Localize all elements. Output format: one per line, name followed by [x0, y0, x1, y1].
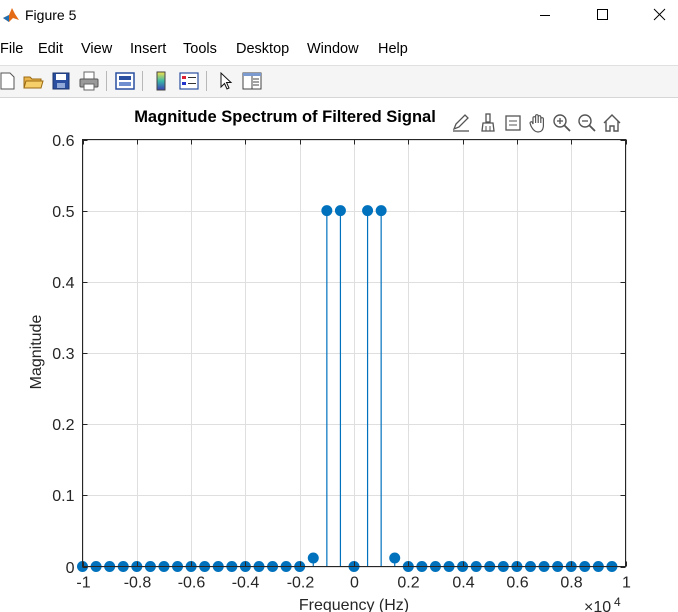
zoom-in-icon[interactable] [551, 112, 573, 134]
x-tick-label: 0 [350, 575, 359, 592]
menu-edit[interactable]: Edit [38, 41, 63, 57]
axes-toolbar [450, 112, 626, 136]
figure-canvas: -1 -0.8 -0.6 -0.4 -0.2 0 0.2 0.4 0.6 0.8 1 0 0.1 0.2… [0, 98, 678, 612]
chart-title: Magnitude Spectrum of Filtered Signal [134, 108, 436, 126]
home-icon[interactable] [601, 112, 623, 134]
save-icon[interactable] [50, 70, 72, 92]
pan-icon[interactable] [527, 112, 549, 134]
minimize-icon [540, 15, 550, 16]
y-axis-label: Magnitude [28, 315, 45, 390]
colorbar-icon[interactable] [150, 70, 172, 92]
print-preview-icon[interactable] [114, 70, 136, 92]
menu-help[interactable]: Help [378, 41, 408, 57]
open-file-icon[interactable] [22, 70, 44, 92]
x-tick-labels: -1 -0.8 -0.6 -0.4 -0.2 0 0.2 0.4 0.6 0.8 1 [76, 575, 631, 592]
maximize-icon [597, 9, 608, 20]
menu-tools[interactable]: Tools [183, 41, 217, 57]
toolbar-separator [106, 71, 107, 91]
grid [82, 139, 627, 568]
x-tick-label: -0.4 [232, 575, 260, 592]
stem-marker [375, 205, 387, 217]
minimize-button[interactable] [516, 0, 574, 32]
new-figure-icon[interactable] [0, 70, 18, 92]
data-series [77, 205, 618, 572]
y-tick-label: 0.3 [52, 346, 74, 363]
y-tick-labels: 0 0.1 0.2 0.3 0.4 0.5 0.6 [52, 133, 74, 577]
property-inspector-icon[interactable] [241, 70, 263, 92]
stem-chart: -1 -0.8 -0.6 -0.4 -0.2 0 0.2 0.4 0.6 0.8 1 0 0.1 0.2… [28, 108, 631, 612]
x-tick-label: 0.6 [506, 575, 528, 592]
legend-icon[interactable] [178, 70, 200, 92]
x-tick-label: -0.6 [178, 575, 206, 592]
menu-window[interactable]: Window [307, 41, 359, 57]
figure-toolbar [0, 66, 678, 98]
matlab-app-icon [2, 6, 20, 24]
stem-marker [362, 205, 374, 217]
brush-icon[interactable] [477, 112, 499, 134]
stem-marker [389, 552, 401, 564]
x-tick-label: -0.8 [124, 575, 152, 592]
y-tick-label: 0.6 [52, 133, 74, 150]
edit-plot-icon[interactable] [450, 112, 472, 134]
stem-marker [321, 205, 333, 217]
maximize-button[interactable] [574, 0, 632, 32]
x-tick-label: 0.8 [560, 575, 582, 592]
print-icon[interactable] [78, 70, 100, 92]
y-tick-label: 0.5 [52, 204, 74, 221]
y-tick-label: 0.4 [52, 275, 74, 292]
x-tick-label: 0.2 [397, 575, 419, 592]
x-exponent-base: ×10 [584, 599, 611, 612]
menu-bar: File Edit View Insert Tools Desktop Wind… [0, 32, 678, 66]
pointer-icon[interactable] [214, 70, 236, 92]
stem-marker [307, 552, 319, 564]
close-icon [653, 8, 666, 21]
y-tick-label: 0.1 [52, 488, 74, 505]
x-tick-label: -1 [76, 575, 90, 592]
close-button[interactable] [632, 0, 678, 32]
x-tick-label: -0.2 [287, 575, 315, 592]
stem-marker [334, 205, 346, 217]
menu-insert[interactable]: Insert [130, 41, 166, 57]
menu-desktop[interactable]: Desktop [236, 41, 289, 57]
x-tick-label: 1 [622, 575, 631, 592]
toolbar-separator [142, 71, 143, 91]
toolbar-separator [206, 71, 207, 91]
x-exponent-power: 4 [614, 595, 621, 609]
zoom-out-icon[interactable] [576, 112, 598, 134]
x-tick-label: 0.4 [452, 575, 474, 592]
window-title: Figure 5 [25, 7, 77, 23]
y-tick-label: 0.2 [52, 417, 74, 434]
x-axis-label: Frequency (Hz) [299, 597, 409, 612]
y-tick-label: 0 [66, 560, 75, 577]
menu-file[interactable]: File [0, 41, 23, 57]
title-bar: Figure 5 [0, 0, 678, 32]
data-tips-icon[interactable] [502, 112, 524, 134]
menu-view[interactable]: View [81, 41, 112, 57]
